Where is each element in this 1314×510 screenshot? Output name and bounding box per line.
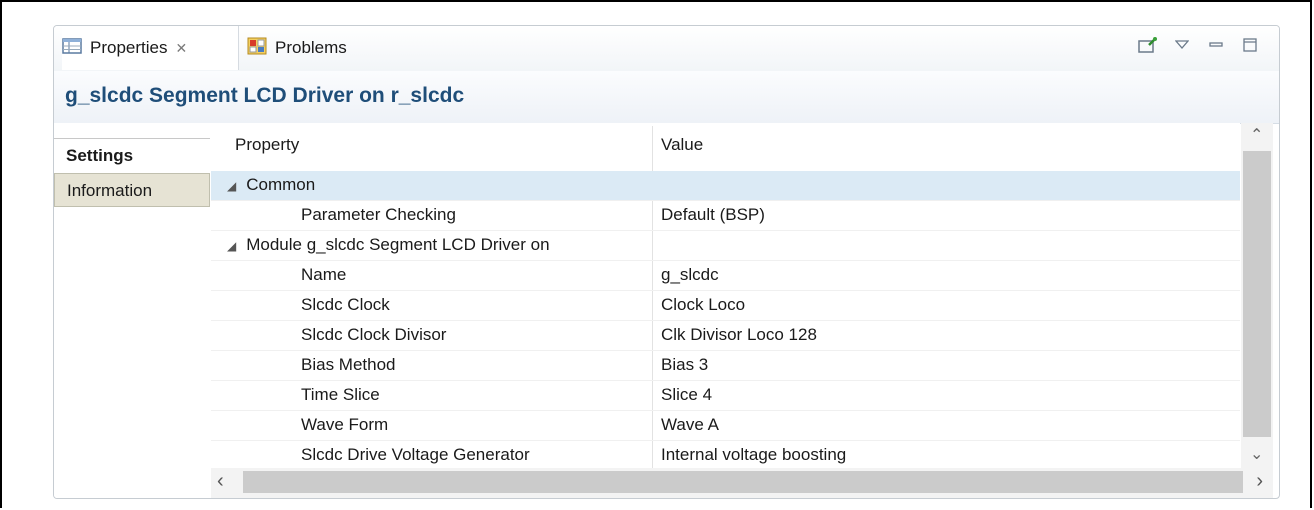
row-property: Wave Form bbox=[301, 415, 389, 434]
tab-problems[interactable]: Problems bbox=[247, 26, 347, 70]
row-value[interactable]: Clk Divisor Loco 128 bbox=[661, 325, 817, 345]
expand-triangle-icon[interactable]: ◢ bbox=[227, 239, 236, 253]
horizontal-scrollbar[interactable]: ‹ › bbox=[211, 468, 1273, 498]
row-value[interactable]: Internal voltage boosting bbox=[661, 445, 846, 465]
column-header-property[interactable]: Property bbox=[235, 135, 299, 155]
table-body: ◢ Common Parameter Checking Default (BSP)… bbox=[211, 171, 1240, 468]
maximize-icon[interactable] bbox=[1239, 34, 1261, 56]
table-row[interactable]: Parameter Checking Default (BSP) bbox=[211, 201, 1240, 231]
horizontal-scroll-thumb[interactable] bbox=[243, 471, 1243, 493]
row-property: Slcdc Drive Voltage Generator bbox=[301, 445, 530, 464]
vertical-scrollbar[interactable]: ⌃ ⌄ bbox=[1241, 123, 1273, 468]
vertical-scroll-thumb[interactable] bbox=[1243, 151, 1271, 437]
table-row[interactable]: Slcdc Drive Voltage Generator Internal v… bbox=[211, 441, 1240, 468]
tab-properties-label: Properties bbox=[90, 38, 168, 57]
close-icon[interactable]: ✕ bbox=[175, 40, 187, 57]
row-property: Time Slice bbox=[301, 385, 380, 404]
table-row[interactable]: Wave Form Wave A bbox=[211, 411, 1240, 441]
row-property: Common bbox=[246, 175, 316, 194]
problems-icon bbox=[247, 37, 267, 60]
minimize-icon[interactable] bbox=[1205, 34, 1227, 56]
properties-icon bbox=[62, 37, 82, 59]
row-value[interactable]: Default (BSP) bbox=[661, 205, 765, 225]
tab-properties[interactable]: Properties ✕ bbox=[62, 26, 239, 70]
row-value[interactable]: Clock Loco bbox=[661, 295, 745, 315]
side-tab-information[interactable]: Information bbox=[54, 173, 210, 207]
scroll-up-icon[interactable]: ⌃ bbox=[1250, 125, 1263, 145]
row-property: Name bbox=[301, 265, 347, 284]
side-tabs: Settings Information bbox=[54, 123, 211, 498]
scroll-down-icon[interactable]: ⌄ bbox=[1250, 444, 1263, 464]
row-property: Slcdc Clock Divisor bbox=[301, 325, 447, 344]
expand-triangle-icon[interactable]: ◢ bbox=[227, 179, 236, 193]
table-row[interactable]: Time Slice Slice 4 bbox=[211, 381, 1240, 411]
scroll-right-icon[interactable]: › bbox=[1256, 470, 1263, 493]
table-row[interactable]: Bias Method Bias 3 bbox=[211, 351, 1240, 381]
row-value[interactable]: Slice 4 bbox=[661, 385, 712, 405]
pin-view-icon[interactable] bbox=[1137, 34, 1159, 56]
title-bar: g_slcdc Segment LCD Driver on r_slcdc bbox=[54, 71, 1279, 124]
row-value[interactable]: g_slcdc bbox=[661, 265, 719, 285]
row-property: Bias Method bbox=[301, 355, 396, 374]
column-header-value[interactable]: Value bbox=[661, 135, 703, 155]
property-table: Property Value ◢ Common Parameter Checkin… bbox=[211, 123, 1240, 468]
row-property: Slcdc Clock bbox=[301, 295, 390, 314]
view-tab-bar: Properties ✕ Problems bbox=[54, 26, 1279, 72]
row-value[interactable]: Bias 3 bbox=[661, 355, 708, 375]
side-tab-settings[interactable]: Settings bbox=[54, 138, 210, 172]
view-menu-icon[interactable] bbox=[1171, 34, 1193, 56]
table-row[interactable]: Slcdc Clock Divisor Clk Divisor Loco 128 bbox=[211, 321, 1240, 351]
page-title: g_slcdc Segment LCD Driver on r_slcdc bbox=[65, 84, 465, 107]
table-row[interactable]: ◢ Module g_slcdc Segment LCD Driver on bbox=[211, 231, 1240, 261]
row-value[interactable]: Wave A bbox=[661, 415, 719, 435]
table-header: Property Value bbox=[211, 123, 1240, 172]
view-toolbar bbox=[1137, 34, 1261, 56]
row-property: Parameter Checking bbox=[301, 205, 456, 224]
scroll-left-icon[interactable]: ‹ bbox=[217, 470, 224, 493]
table-row[interactable]: Name g_slcdc bbox=[211, 261, 1240, 291]
row-property: Module g_slcdc Segment LCD Driver on bbox=[246, 235, 550, 254]
properties-view: Properties ✕ Problems g_slcdc Segment LC… bbox=[53, 25, 1280, 499]
table-row[interactable]: ◢ Common bbox=[211, 171, 1240, 201]
tab-problems-label: Problems bbox=[275, 38, 347, 57]
table-row[interactable]: Slcdc Clock Clock Loco bbox=[211, 291, 1240, 321]
